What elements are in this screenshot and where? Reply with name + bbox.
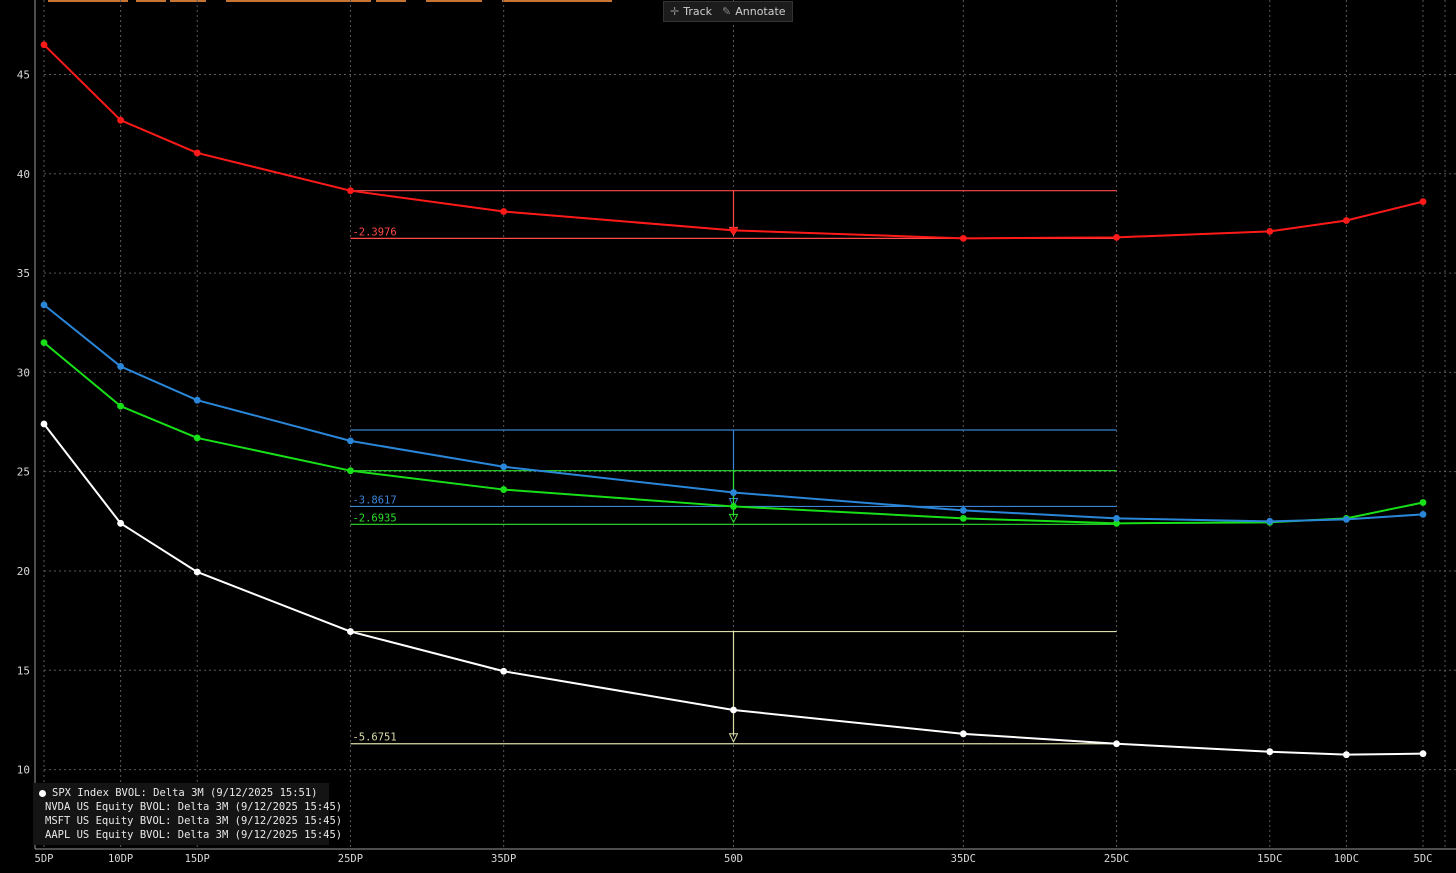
data-point[interactable] bbox=[959, 234, 967, 242]
volatility-smile-chart[interactable]: 10 15 20 25 30 35 40 45 5DP 10DP 15DP 25DP 35DP 50D 35… bbox=[0, 0, 1456, 873]
chart-toolbar: ✛ Track ✎ Annotate bbox=[663, 1, 793, 22]
track-label: Track bbox=[683, 5, 713, 18]
annotation-label: -2.6935 bbox=[352, 512, 396, 524]
legend-label: NVDA US Equity BVOL: Delta 3M (9/12/2025… bbox=[45, 801, 343, 813]
legend-item-spx[interactable]: SPX Index BVOL: Delta 3M (9/12/2025 15:5… bbox=[39, 786, 329, 800]
y-tick-label: 15 bbox=[17, 664, 30, 677]
data-point[interactable] bbox=[1266, 748, 1274, 756]
y-tick-label: 40 bbox=[17, 168, 30, 181]
data-point[interactable] bbox=[1113, 514, 1120, 522]
legend-marker bbox=[39, 789, 46, 797]
data-point[interactable] bbox=[730, 503, 737, 510]
chart-legend: SPX Index BVOL: Delta 3M (9/12/2025 15:5… bbox=[33, 783, 342, 845]
data-point[interactable] bbox=[1266, 227, 1274, 235]
x-tick-label: 50D bbox=[724, 853, 743, 865]
x-tick-label: 35DC bbox=[951, 853, 976, 865]
annotation-label: -3.8617 bbox=[352, 494, 396, 506]
data-point[interactable] bbox=[193, 396, 201, 404]
data-point[interactable] bbox=[1113, 740, 1120, 748]
data-point[interactable] bbox=[1113, 233, 1120, 241]
data-point[interactable] bbox=[193, 568, 201, 576]
legend-item-nvda[interactable]: NVDA US Equity BVOL: Delta 3M (9/12/2025… bbox=[39, 800, 342, 814]
x-tick-label: 10DC bbox=[1334, 853, 1359, 865]
y-tick-label: 10 bbox=[17, 764, 30, 777]
data-point[interactable] bbox=[1342, 751, 1350, 759]
data-point[interactable] bbox=[193, 149, 201, 157]
data-point[interactable] bbox=[1419, 750, 1427, 758]
x-tick-label: 10DP bbox=[108, 853, 133, 865]
data-point[interactable] bbox=[500, 486, 508, 493]
y-tick-label: 30 bbox=[17, 366, 30, 379]
y-tick-label: 45 bbox=[17, 69, 30, 82]
legend-label: AAPL US Equity BVOL: Delta 3M (9/12/2025… bbox=[45, 829, 343, 841]
data-point[interactable] bbox=[500, 463, 508, 471]
x-tick-label: 25DC bbox=[1104, 853, 1129, 865]
data-point[interactable] bbox=[500, 208, 508, 215]
data-point[interactable] bbox=[347, 467, 354, 475]
annotate-button[interactable]: ✎ Annotate bbox=[722, 5, 786, 18]
data-point[interactable] bbox=[40, 41, 48, 49]
legend-label: SPX Index BVOL: Delta 3M (9/12/2025 15:5… bbox=[52, 787, 318, 799]
y-tick-label: 25 bbox=[17, 466, 30, 479]
data-point[interactable] bbox=[730, 706, 737, 714]
data-point[interactable] bbox=[40, 301, 48, 309]
x-tick-label: 35DP bbox=[491, 853, 516, 865]
data-point[interactable] bbox=[730, 226, 737, 234]
track-button[interactable]: ✛ Track bbox=[670, 5, 712, 18]
legend-item-msft[interactable]: MSFT US Equity BVOL: Delta 3M (9/12/2025… bbox=[39, 814, 342, 828]
x-tick-label: 25DP bbox=[338, 853, 363, 865]
x-tick-label: 5DC bbox=[1414, 853, 1433, 865]
data-point[interactable] bbox=[347, 628, 354, 635]
legend-item-aapl[interactable]: AAPL US Equity BVOL: Delta 3M (9/12/2025… bbox=[39, 828, 342, 842]
pencil-icon: ✎ bbox=[722, 5, 732, 18]
x-tick-label: 15DP bbox=[185, 853, 210, 865]
data-point[interactable] bbox=[117, 116, 125, 124]
data-point[interactable] bbox=[1419, 510, 1427, 518]
legend-label: MSFT US Equity BVOL: Delta 3M (9/12/2025… bbox=[45, 815, 343, 827]
data-point[interactable] bbox=[1342, 217, 1350, 224]
data-point[interactable] bbox=[1419, 198, 1427, 206]
x-tick-label: 15DC bbox=[1257, 853, 1282, 865]
data-point[interactable] bbox=[1266, 517, 1274, 525]
data-point[interactable] bbox=[117, 519, 125, 527]
data-point[interactable] bbox=[117, 402, 125, 410]
data-point[interactable] bbox=[1342, 515, 1350, 523]
data-point[interactable] bbox=[959, 507, 967, 514]
x-tick-label: 5DP bbox=[35, 853, 54, 865]
data-point[interactable] bbox=[959, 514, 967, 522]
data-point[interactable] bbox=[959, 730, 967, 738]
data-point[interactable] bbox=[730, 489, 737, 496]
data-point[interactable] bbox=[1419, 499, 1427, 506]
y-tick-label: 20 bbox=[17, 565, 30, 578]
data-point[interactable] bbox=[193, 434, 201, 442]
data-point[interactable] bbox=[40, 420, 48, 428]
data-point[interactable] bbox=[347, 187, 354, 195]
data-point[interactable] bbox=[117, 363, 125, 370]
annotation-label: -5.6751 bbox=[352, 732, 396, 744]
data-point[interactable] bbox=[40, 339, 48, 346]
data-point[interactable] bbox=[500, 667, 508, 675]
annotation-label: -2.3976 bbox=[352, 226, 396, 238]
data-point[interactable] bbox=[347, 437, 354, 445]
annotate-label: Annotate bbox=[735, 5, 786, 18]
crosshair-icon: ✛ bbox=[670, 5, 680, 18]
y-tick-label: 35 bbox=[17, 267, 30, 280]
